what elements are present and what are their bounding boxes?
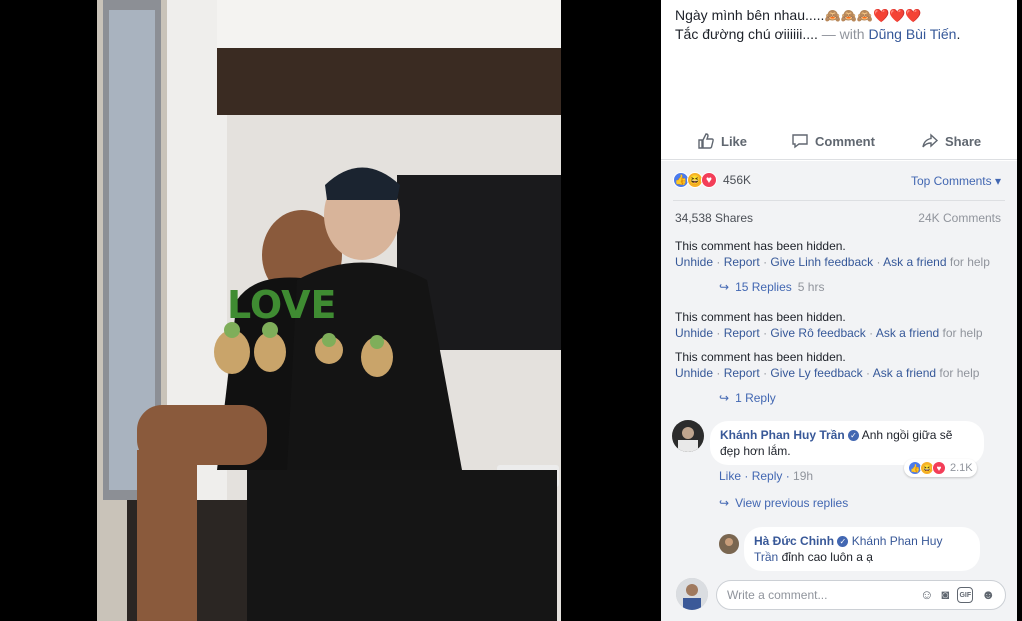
comment-like-link[interactable]: Like: [719, 469, 741, 483]
unhide-link[interactable]: Unhide: [675, 326, 713, 340]
feedback-link[interactable]: Give Rô feedback: [770, 326, 865, 340]
reactions-summary[interactable]: 👍 😆 ♥ 456K: [673, 172, 751, 188]
reply-author[interactable]: Hà Đức Chinh: [754, 534, 834, 548]
reply-tag-part2[interactable]: Trần: [754, 550, 778, 564]
hidden-comment-text: This comment has been hidden.: [675, 350, 846, 364]
share-icon: [922, 133, 939, 148]
report-link[interactable]: Report: [724, 326, 760, 340]
verified-badge-icon: ✓: [848, 430, 860, 442]
hidden-comment-text: This comment has been hidden.: [675, 310, 846, 324]
comments-count[interactable]: 24K Comments: [918, 211, 1001, 225]
comment-reactions-badge[interactable]: 👍 😆 ♥ 2.1K: [904, 459, 977, 477]
comment-reply-link[interactable]: Reply: [752, 469, 783, 483]
comment-button[interactable]: Comment: [791, 132, 875, 150]
comment-label: Comment: [815, 133, 875, 149]
comment-author[interactable]: Khánh Phan Huy Trần: [720, 428, 845, 442]
sticker-icon[interactable]: ☻: [981, 587, 995, 603]
facebook-photo-viewer: LOVE Ngày mình bên nhau.....🙈🙈🙈❤️❤️❤️ Tắ…: [0, 0, 1022, 621]
share-button[interactable]: Share: [921, 132, 981, 150]
comment-icon: [792, 134, 808, 149]
post-caption: Ngày mình bên nhau.....🙈🙈🙈❤️❤️❤️ Tắc đườ…: [675, 7, 961, 42]
comment-input-placeholder: Write a comment...: [727, 588, 828, 602]
caption-line1: Ngày mình bên nhau.....: [675, 7, 825, 23]
ask-friend-link[interactable]: Ask a friend: [873, 366, 936, 380]
view-replies-link[interactable]: ↪ 1 Reply: [719, 391, 776, 405]
comment-time: 19h: [793, 469, 814, 483]
view-previous-replies-link[interactable]: ↪ View previous replies: [719, 496, 848, 510]
reply-arrow-icon: ↪: [719, 391, 730, 405]
reply-tag-part1[interactable]: Khánh Phan Huy: [852, 534, 943, 548]
replies-count: 1 Reply: [735, 391, 776, 405]
ask-friend-link[interactable]: Ask a friend: [883, 255, 946, 269]
verified-badge-icon: ✓: [837, 536, 849, 548]
comment-text-line1: Anh ngồi giữa sẽ: [861, 428, 953, 442]
avatar-image: [676, 578, 708, 610]
reply-text: đỉnh cao luôn a ạ: [781, 550, 873, 564]
comment-meta: Like · Reply · 19h: [719, 469, 814, 483]
caption-emoji: 🙈🙈🙈❤️❤️❤️: [824, 8, 922, 23]
reply-arrow-icon: ↪: [719, 496, 730, 510]
feedback-link[interactable]: Give Linh feedback: [770, 255, 873, 269]
hidden-comment: This comment has been hidden. Unhide · R…: [675, 350, 980, 380]
share-label: Share: [945, 133, 982, 149]
avatar-image: [672, 420, 704, 452]
post-photo[interactable]: LOVE: [97, 0, 561, 621]
feedback-link[interactable]: Give Ly feedback: [770, 366, 862, 380]
camera-icon[interactable]: ◙: [941, 587, 949, 603]
comment-input[interactable]: Write a comment... ☺ ◙ GIF ☻: [716, 580, 1006, 610]
unhide-link[interactable]: Unhide: [675, 366, 713, 380]
ask-friend-link[interactable]: Ask a friend: [876, 326, 939, 340]
shares-count[interactable]: 34,538 Shares: [675, 211, 753, 225]
top-comments-dropdown[interactable]: Top Comments ▾: [911, 174, 1001, 188]
like-label: Like: [721, 133, 748, 149]
replies-time: 5 hrs: [797, 280, 825, 294]
report-link[interactable]: Report: [724, 366, 760, 380]
post-actions-bar: Like Comment Share: [661, 124, 1017, 160]
composer-icons: ☺ ◙ GIF ☻: [920, 587, 995, 603]
hidden-comment: This comment has been hidden. Unhide · R…: [675, 239, 990, 269]
replies-count: 15 Replies: [735, 280, 792, 294]
hidden-comment-text: This comment has been hidden.: [675, 239, 846, 253]
caption-with: — with: [821, 26, 865, 42]
for-help-text: for help: [949, 255, 990, 269]
thumbs-up-icon: [698, 133, 714, 149]
like-button[interactable]: Like: [697, 132, 747, 150]
report-link[interactable]: Report: [724, 255, 760, 269]
view-replies-link[interactable]: ↪ 15 Replies 5 hrs: [719, 280, 824, 294]
avatar[interactable]: [719, 534, 739, 554]
tagged-user-link[interactable]: Dũng Bùi Tiến: [868, 26, 956, 42]
comment-reaction-count: 2.1K: [950, 462, 973, 474]
for-help-text: for help: [942, 326, 983, 340]
caption-line2: Tắc đường chú ơiiiiii....: [675, 26, 818, 42]
view-previous-label: View previous replies: [735, 496, 849, 510]
avatar-image: [719, 534, 739, 554]
avatar[interactable]: [672, 420, 704, 452]
comment-text-line2: đẹp hơn lắm.: [720, 444, 791, 458]
post-detail-panel: Ngày mình bên nhau.....🙈🙈🙈❤️❤️❤️ Tắc đườ…: [661, 0, 1017, 621]
reply-arrow-icon: ↪: [719, 280, 730, 294]
hidden-comment: This comment has been hidden. Unhide · R…: [675, 310, 983, 340]
gif-icon[interactable]: GIF: [957, 587, 974, 603]
photo-illustration: LOVE: [97, 0, 561, 621]
reply-bubble: Hà Đức Chinh ✓ Khánh Phan Huy Trần đỉnh …: [744, 527, 980, 571]
emoji-icon[interactable]: ☺: [920, 587, 933, 603]
love-reaction-icon: ♥: [932, 461, 946, 475]
unhide-link[interactable]: Unhide: [675, 255, 713, 269]
stats-divider: [673, 200, 1005, 201]
reactions-count: 456K: [723, 173, 752, 187]
for-help-text: for help: [939, 366, 980, 380]
avatar[interactable]: [676, 578, 708, 610]
love-reaction-icon: ♥: [701, 172, 717, 188]
comment-composer: Write a comment... ☺ ◙ GIF ☻: [661, 572, 1017, 621]
photo-love-text: LOVE: [227, 283, 337, 327]
